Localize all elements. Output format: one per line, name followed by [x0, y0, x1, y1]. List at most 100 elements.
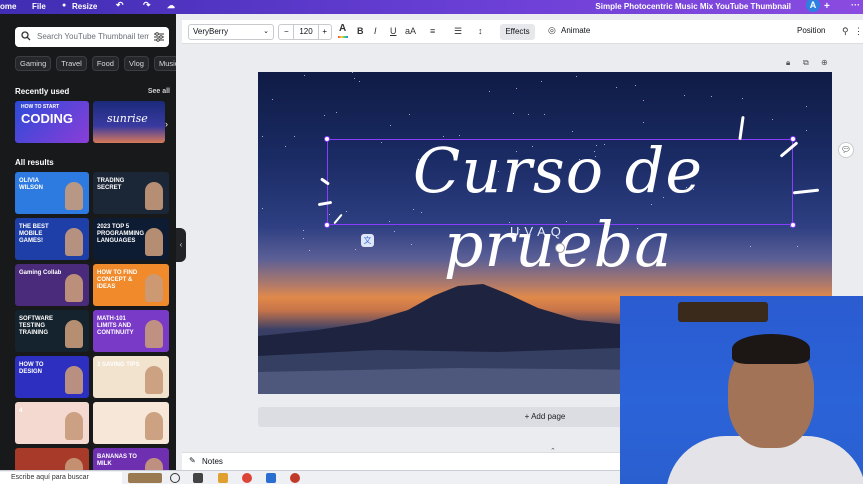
- thumbnail-photo: [145, 320, 163, 348]
- template-thumbnail[interactable]: [15, 448, 89, 470]
- chip-music[interactable]: Music: [153, 56, 176, 71]
- template-thumbnail[interactable]: 3 SAVING TIPS: [93, 356, 169, 398]
- font-size-input[interactable]: 120: [293, 25, 319, 39]
- chip-food[interactable]: Food: [91, 56, 119, 71]
- star: [541, 81, 542, 82]
- chip-vlog[interactable]: Vlog: [123, 56, 149, 71]
- font-family-value: VeryBerry: [193, 27, 229, 36]
- thumbnail-photo: [145, 366, 163, 394]
- underline-icon[interactable]: U: [390, 26, 397, 36]
- chip-gaming[interactable]: Gaming: [15, 56, 52, 71]
- star: [359, 81, 360, 82]
- chevron-right-icon[interactable]: ›: [165, 119, 168, 129]
- letter-case-icon[interactable]: aA: [405, 26, 416, 36]
- template-thumbnail[interactable]: OLIVIA WILSON: [15, 172, 89, 214]
- resize-handle[interactable]: [324, 222, 330, 228]
- collapse-panel-button[interactable]: ‹: [176, 228, 186, 262]
- duplicate-page-icon[interactable]: ⧉: [803, 58, 809, 68]
- effects-button[interactable]: Effects: [500, 24, 535, 40]
- template-thumbnail[interactable]: TRADING SECRET: [93, 172, 169, 214]
- template-thumbnail[interactable]: Gaming Collab: [15, 264, 89, 306]
- template-thumbnail-label: MATH-101 LIMITS AND CONTINUITY: [97, 316, 134, 336]
- template-thumbnail-label: OLIVIA WILSON: [19, 178, 43, 191]
- more-icon[interactable]: ···: [851, 0, 860, 10]
- add-page-icon[interactable]: ⊕: [821, 58, 828, 67]
- font-family-select[interactable]: VeryBerry ⌄: [188, 24, 274, 40]
- star: [489, 91, 490, 92]
- chevron-up-icon[interactable]: ⌃: [550, 447, 556, 455]
- recent-template-sunrise[interactable]: sunrise: [93, 101, 165, 143]
- recorder-icon[interactable]: [290, 473, 300, 483]
- star: [355, 249, 356, 250]
- add-collaborator-icon[interactable]: +: [824, 1, 830, 12]
- chrome-icon[interactable]: [242, 473, 252, 483]
- template-thumbnail[interactable]: HOW TO DESIGN: [15, 356, 89, 398]
- template-thumbnail[interactable]: HOW TO FIND CONCEPT & IDEAS: [93, 264, 169, 306]
- recent-template-coding[interactable]: HOW TO START CODING: [15, 101, 89, 143]
- template-thumbnail[interactable]: SOFTWARE TESTING TRAINING: [15, 310, 89, 352]
- cloud-save-icon: ☁: [167, 1, 175, 10]
- file-explorer-icon[interactable]: [193, 473, 203, 483]
- resize-handle[interactable]: [790, 222, 796, 228]
- thumbnail-photo: [65, 274, 83, 302]
- resize-button[interactable]: Resize: [72, 2, 97, 11]
- bold-icon[interactable]: B: [357, 26, 364, 36]
- windows-taskbar: Escribe aquí para buscar: [0, 470, 620, 484]
- task-view-icon[interactable]: [170, 473, 180, 483]
- template-thumbnail[interactable]: BANANAS TO MILK: [93, 448, 169, 470]
- thumbnail-photo: [65, 228, 83, 256]
- design-subtitle-text[interactable]: UVAQ: [508, 224, 568, 239]
- search-input[interactable]: Search YouTube Thumbnail templ: [37, 32, 149, 41]
- font-size-stepper[interactable]: − 120 +: [278, 24, 332, 40]
- redo-icon[interactable]: ↷: [143, 0, 151, 11]
- paint-format-icon[interactable]: ⚲: [842, 26, 849, 37]
- template-thumbnail[interactable]: THE BEST MOBILE GAMES!: [15, 218, 89, 260]
- star: [750, 246, 751, 247]
- avatar[interactable]: A: [806, 0, 820, 12]
- document-title[interactable]: Simple Photocentric Music Mix YouTube Th…: [595, 2, 791, 11]
- template-thumbnail[interactable]: 2023 TOP 5 PROGRAMMING LANGUAGES: [93, 218, 169, 260]
- resize-handle[interactable]: [324, 136, 330, 142]
- align-center-icon[interactable]: ≡: [430, 26, 435, 36]
- star: [262, 136, 263, 137]
- position-button[interactable]: Position: [797, 26, 825, 35]
- template-thumbnail[interactable]: [93, 402, 169, 444]
- filter-icon[interactable]: [153, 31, 165, 43]
- decrease-size-button[interactable]: −: [284, 27, 289, 36]
- templates-panel: Search YouTube Thumbnail templ Gaming Tr…: [0, 14, 176, 470]
- template-thumbnail-label: 4: [19, 408, 23, 414]
- template-thumbnail[interactable]: 4: [15, 402, 89, 444]
- notes-icon[interactable]: ✎: [189, 456, 196, 465]
- file-menu[interactable]: File: [32, 2, 46, 11]
- text-color-icon[interactable]: A: [338, 23, 348, 38]
- all-results-heading: All results: [15, 158, 54, 167]
- lock-icon[interactable]: 🔒︎: [786, 58, 790, 68]
- undo-icon[interactable]: ↶: [116, 0, 124, 11]
- notes-button[interactable]: Notes: [202, 457, 223, 466]
- crown-icon: ●: [62, 2, 67, 9]
- folder-icon[interactable]: [218, 473, 228, 483]
- rotate-handle-icon[interactable]: [555, 243, 565, 253]
- italic-icon[interactable]: I: [374, 26, 377, 36]
- app-icon[interactable]: [266, 473, 276, 483]
- spacing-icon[interactable]: ↕: [478, 26, 483, 36]
- translate-icon[interactable]: 文: [361, 234, 374, 247]
- chip-travel[interactable]: Travel: [56, 56, 87, 71]
- increase-size-button[interactable]: +: [322, 27, 327, 36]
- thumb-title: sunrise: [107, 112, 148, 125]
- comment-icon[interactable]: 💬︎: [838, 142, 854, 158]
- taskbar-search[interactable]: Escribe aquí para buscar: [0, 472, 122, 484]
- list-icon[interactable]: ☰: [454, 26, 462, 37]
- design-title-text[interactable]: Curso de prueba: [368, 134, 748, 282]
- more-options-icon[interactable]: ⋮: [854, 26, 863, 37]
- template-thumbnail[interactable]: MATH-101 LIMITS AND CONTINUITY: [93, 310, 169, 352]
- home-button[interactable]: ome: [0, 2, 16, 11]
- star: [303, 230, 304, 231]
- animate-button[interactable]: Animate: [561, 26, 590, 35]
- see-all-link[interactable]: See all: [148, 88, 170, 95]
- taskbar-thumbnail[interactable]: [128, 473, 162, 483]
- star: [572, 131, 573, 132]
- star: [354, 78, 355, 79]
- search-box[interactable]: Search YouTube Thumbnail templ: [15, 27, 169, 47]
- template-thumbnail-label: HOW TO DESIGN: [19, 362, 44, 375]
